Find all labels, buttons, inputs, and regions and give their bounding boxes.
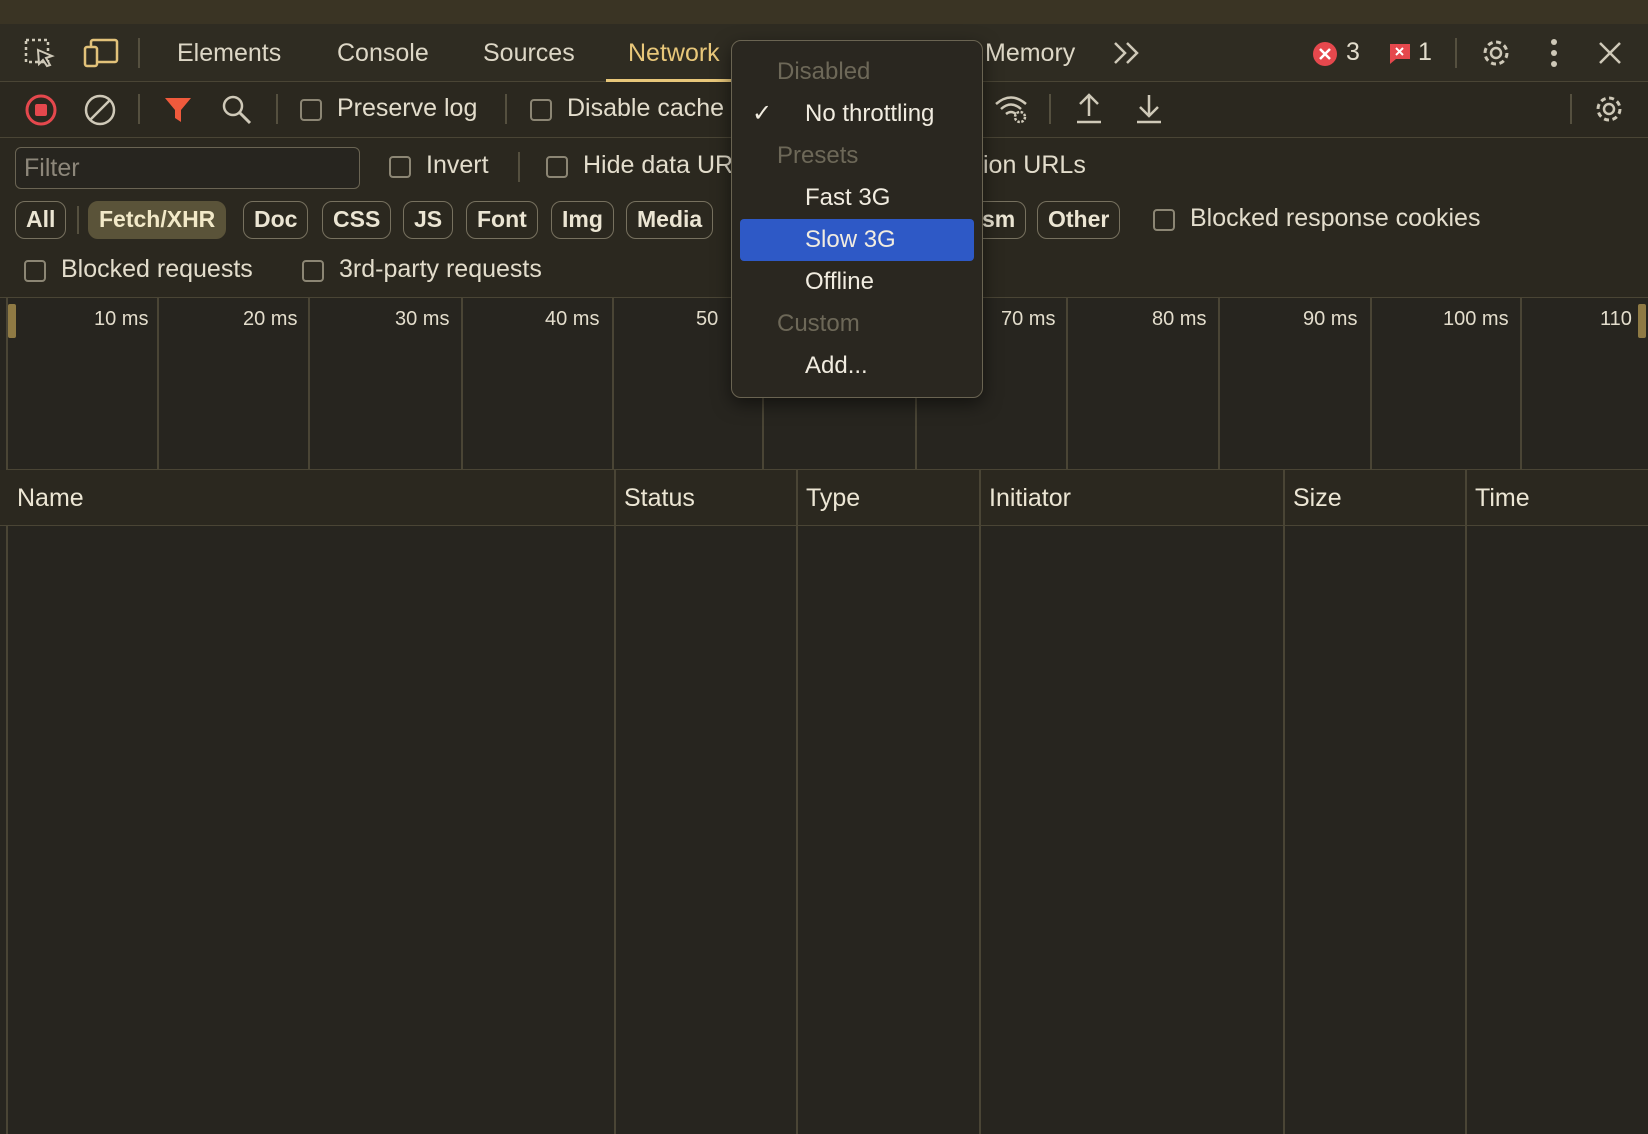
blocked-requests-checkbox[interactable]: [24, 260, 46, 282]
blocked-requests-label[interactable]: Blocked requests: [61, 255, 253, 284]
timeline-tick-label: 70 ms: [1001, 308, 1056, 330]
clear-log-icon[interactable]: [83, 93, 117, 127]
menu-item-offline[interactable]: Offline: [740, 261, 974, 303]
invert-label[interactable]: Invert: [426, 151, 489, 180]
settings-gear-icon[interactable]: [1480, 37, 1512, 69]
column-size[interactable]: Size: [1293, 470, 1342, 526]
timeline-left-handle[interactable]: [8, 304, 16, 338]
toolbar-separator: [1570, 94, 1572, 124]
inspect-element-icon[interactable]: [24, 38, 56, 68]
toolbar-separator: [1049, 94, 1051, 124]
toolbar-separator: [505, 94, 507, 124]
chip-css[interactable]: CSS: [322, 201, 392, 239]
chip-doc[interactable]: Doc: [243, 201, 309, 239]
timeline-gridline: [1520, 298, 1522, 470]
tabbar-separator: [138, 38, 140, 68]
column-divider[interactable]: [1283, 470, 1285, 1134]
tab-sources[interactable]: Sources: [481, 24, 577, 82]
menu-item-fast-3g[interactable]: Fast 3G: [740, 177, 974, 219]
error-count[interactable]: 3: [1346, 38, 1360, 67]
column-status[interactable]: Status: [624, 470, 695, 526]
timeline-gridline: [1370, 298, 1372, 470]
column-name[interactable]: Name: [17, 470, 84, 526]
menu-item-slow-3g[interactable]: Slow 3G: [740, 219, 974, 261]
timeline-tick-label: 110: [1600, 308, 1632, 330]
filterbar-separator: [518, 152, 520, 182]
timeline-right-handle[interactable]: [1638, 304, 1646, 338]
timeline-tick-label: 100 ms: [1443, 308, 1509, 330]
timeline-gridline: [1066, 298, 1068, 470]
timeline-gridline: [461, 298, 463, 470]
filter-funnel-icon[interactable]: [163, 95, 193, 125]
timeline-gridline: [1218, 298, 1220, 470]
blocked-response-cookies-label[interactable]: Blocked response cookies: [1190, 204, 1480, 233]
toolbar-separator: [138, 94, 140, 124]
preserve-log-checkbox[interactable]: [300, 99, 322, 121]
hide-data-urls-checkbox[interactable]: [546, 156, 568, 178]
issues-icon[interactable]: [1388, 42, 1412, 66]
error-icon[interactable]: [1312, 41, 1338, 67]
menu-header-presets: Presets: [777, 142, 859, 169]
export-har-download-icon[interactable]: [1134, 92, 1164, 126]
timeline-tick-label: 90 ms: [1303, 308, 1358, 330]
timeline-tick-label: 30 ms: [395, 308, 450, 330]
column-initiator[interactable]: Initiator: [989, 470, 1071, 526]
tabbar-separator: [1455, 38, 1457, 68]
column-time[interactable]: Time: [1475, 470, 1530, 526]
timeline-tick-label: 50: [696, 308, 719, 330]
menu-item-no-throttling[interactable]: ✓ No throttling: [740, 93, 974, 135]
issues-count[interactable]: 1: [1418, 38, 1432, 67]
timeline-gridline: [612, 298, 614, 470]
chip-other[interactable]: Other: [1037, 201, 1121, 239]
tab-elements[interactable]: Elements: [175, 24, 283, 82]
third-party-requests-label[interactable]: 3rd-party requests: [339, 255, 542, 284]
timeline-tick-label: 10 ms: [94, 308, 149, 330]
record-stop-icon[interactable]: [24, 93, 58, 127]
tab-memory[interactable]: Memory: [983, 24, 1077, 82]
timeline-gridline: [157, 298, 159, 470]
tab-network[interactable]: Network: [606, 24, 742, 82]
device-toolbar-icon[interactable]: [83, 38, 119, 68]
chip-all[interactable]: All: [15, 201, 67, 239]
timeline-tick-label: 80 ms: [1152, 308, 1207, 330]
column-divider[interactable]: [979, 470, 981, 1134]
blocked-response-cookies-checkbox[interactable]: [1153, 209, 1175, 231]
close-devtools-icon[interactable]: [1597, 40, 1623, 66]
disable-cache-label[interactable]: Disable cache: [567, 94, 724, 123]
checkmark-icon: ✓: [752, 100, 773, 127]
hide-extension-urls-label[interactable]: ion URLs: [983, 151, 1086, 180]
chip-fetch-xhr[interactable]: Fetch/XHR: [88, 201, 227, 239]
window-top-strip: [0, 0, 1648, 24]
chip-js[interactable]: JS: [403, 201, 454, 239]
column-type[interactable]: Type: [806, 470, 860, 526]
tab-console[interactable]: Console: [335, 24, 431, 82]
menu-header-disabled: Disabled: [777, 58, 871, 85]
more-options-kebab-icon[interactable]: [1549, 37, 1559, 69]
more-tabs-chevron-icon[interactable]: [1112, 40, 1142, 66]
menu-item-add[interactable]: Add...: [740, 345, 974, 387]
timeline-gridline: [308, 298, 310, 470]
chip-media[interactable]: Media: [626, 201, 714, 239]
column-divider[interactable]: [614, 470, 616, 1134]
column-divider[interactable]: [796, 470, 798, 1134]
menu-header-custom: Custom: [777, 310, 860, 337]
chip-img[interactable]: Img: [551, 201, 614, 239]
disable-cache-checkbox[interactable]: [530, 99, 552, 121]
network-conditions-wifi-icon[interactable]: [993, 93, 1029, 125]
throttling-dropdown-menu: Disabled ✓ No throttling Presets Fast 3G…: [731, 40, 983, 398]
column-divider[interactable]: [1465, 470, 1467, 1134]
third-party-requests-checkbox[interactable]: [302, 260, 324, 282]
chip-font[interactable]: Font: [466, 201, 538, 239]
requests-table-header: Name Status Type Initiator Size Time: [0, 470, 1648, 526]
toolbar-separator: [276, 94, 278, 124]
chip-separator: [77, 206, 79, 234]
import-har-upload-icon[interactable]: [1074, 92, 1104, 126]
invert-checkbox[interactable]: [389, 156, 411, 178]
search-icon[interactable]: [221, 94, 253, 126]
preserve-log-label[interactable]: Preserve log: [337, 94, 477, 123]
network-settings-gear-icon[interactable]: [1593, 93, 1625, 125]
filter-input[interactable]: [15, 147, 360, 189]
timeline-tick-label: 20 ms: [243, 308, 298, 330]
timeline-tick-label: 40 ms: [545, 308, 600, 330]
